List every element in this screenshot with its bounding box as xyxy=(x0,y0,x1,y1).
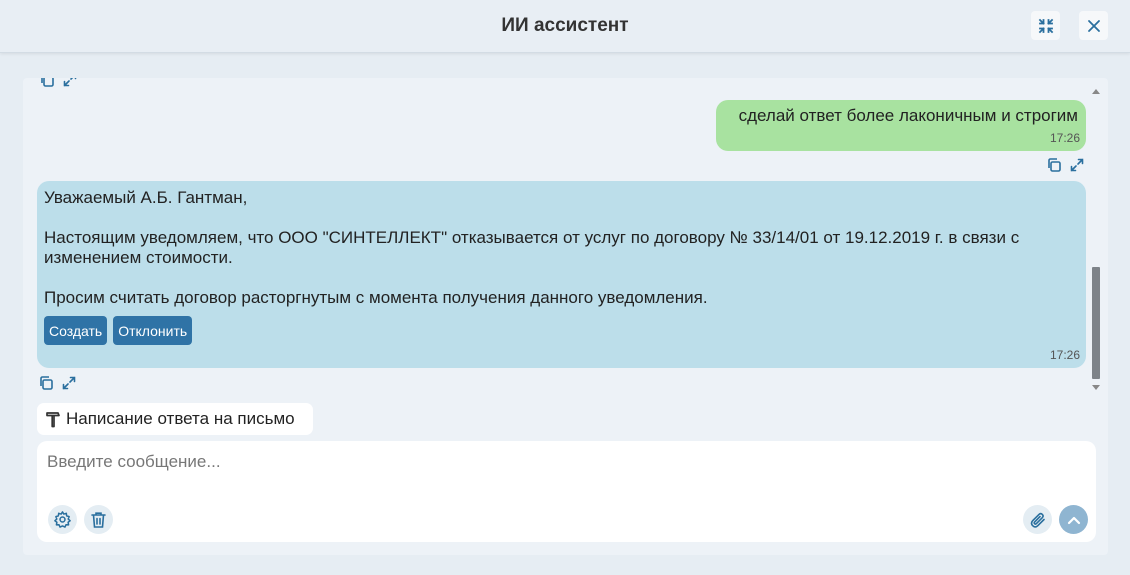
trash-icon xyxy=(91,511,106,528)
minimize-button[interactable] xyxy=(1031,11,1060,40)
message-scrollbar[interactable] xyxy=(1090,84,1102,396)
skill-chip-label: Написание ответа на письмо xyxy=(66,409,295,428)
gear-icon xyxy=(54,511,71,528)
chevron-up-icon xyxy=(1067,516,1080,524)
paperclip-icon xyxy=(1030,512,1045,528)
expand-icon[interactable] xyxy=(1069,157,1085,173)
scroll-thumb[interactable] xyxy=(1092,267,1100,379)
assistant-message-buttons: Создать Отклонить xyxy=(44,316,1078,345)
create-button[interactable]: Создать xyxy=(44,316,108,345)
window-header: ИИ ассистент xyxy=(0,0,1130,53)
user-message-time: 17:26 xyxy=(1049,131,1080,145)
user-message-text: сделай ответ более лаконичным и строгим xyxy=(738,106,1078,125)
assistant-message-greeting: Уважаемый А.Б. Гантман, xyxy=(44,188,248,207)
copy-icon[interactable] xyxy=(38,375,54,391)
prev-message-actions xyxy=(39,78,78,88)
assistant-message: Уважаемый А.Б. Гантман, Настоящим уведом… xyxy=(37,181,1086,368)
copy-icon[interactable] xyxy=(39,78,55,88)
scroll-down-arrow[interactable] xyxy=(1092,385,1100,390)
scroll-up-arrow[interactable] xyxy=(1092,89,1100,94)
attach-button[interactable] xyxy=(1023,505,1052,534)
message-input[interactable] xyxy=(47,449,1007,475)
settings-button[interactable] xyxy=(48,505,77,534)
copy-icon[interactable] xyxy=(1046,157,1062,173)
close-icon xyxy=(1087,19,1100,32)
collapse-icon xyxy=(1038,18,1053,33)
expand-icon[interactable] xyxy=(62,78,78,88)
skill-chip[interactable]: Написание ответа на письмо xyxy=(37,403,313,435)
assistant-message-closing: Просим считать договор расторгнутым с мо… xyxy=(44,288,708,307)
message-composer xyxy=(37,441,1096,542)
expand-icon[interactable] xyxy=(61,375,77,391)
assistant-message-actions xyxy=(38,375,77,391)
window-title: ИИ ассистент xyxy=(501,15,629,36)
clear-chat-button[interactable] xyxy=(84,505,113,534)
send-button[interactable] xyxy=(1059,505,1088,534)
close-button[interactable] xyxy=(1079,11,1108,40)
hammer-icon xyxy=(46,412,60,428)
user-message: сделай ответ более лаконичным и строгим … xyxy=(716,100,1086,151)
assistant-message-body: Настоящим уведомляем, что ООО "СИНТЕЛЛЕК… xyxy=(44,228,1020,267)
reject-button[interactable]: Отклонить xyxy=(113,316,193,345)
user-message-actions xyxy=(1046,157,1085,173)
assistant-message-time: 17:26 xyxy=(1049,348,1080,362)
